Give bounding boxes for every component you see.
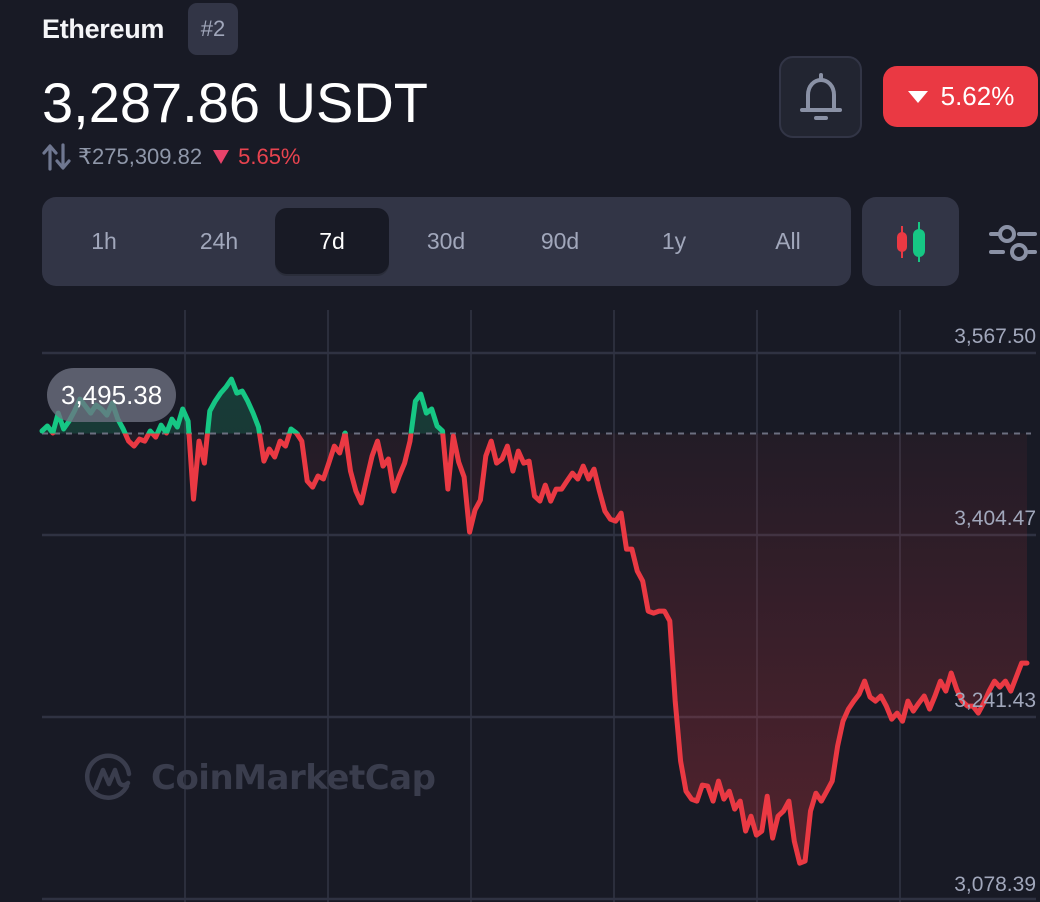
candlestick-toggle-button[interactable] <box>862 197 959 286</box>
tab-all[interactable]: All <box>731 208 845 274</box>
price-alert-button[interactable] <box>779 56 862 138</box>
tab-24h[interactable]: 24h <box>162 208 276 274</box>
coinmarketcap-logo-icon <box>84 753 132 800</box>
y-axis-tick-label: 3,404.47 <box>954 507 1036 530</box>
inr-price-row: ₹275,309.82 5.65% <box>42 142 301 172</box>
chart-settings-button[interactable] <box>986 212 1040 272</box>
inr-price: ₹275,309.82 <box>78 144 203 169</box>
triangle-down-icon <box>213 150 230 164</box>
candlestick-icon <box>896 221 925 262</box>
price-change-percent: 5.62% <box>940 81 1015 111</box>
rank-badge: #2 <box>188 3 238 55</box>
triangle-down-icon <box>907 90 928 103</box>
current-price: 3,287.86 USDT <box>42 71 428 134</box>
tab-1h[interactable]: 1h <box>47 208 161 274</box>
y-axis-tick-label: 3,241.43 <box>954 689 1036 712</box>
coin-name: Ethereum <box>42 14 165 44</box>
inr-change-percent: 5.65% <box>238 144 301 169</box>
start-price-label: 3,495.38 <box>47 368 177 422</box>
tab-90d[interactable]: 90d <box>503 208 617 274</box>
swap-arrows-icon[interactable] <box>42 142 72 172</box>
tab-30d[interactable]: 30d <box>389 208 503 274</box>
sliders-icon <box>989 225 1037 261</box>
tab-1y[interactable]: 1y <box>617 208 731 274</box>
time-range-selector: 1h 24h 7d 30d 90d 1y All <box>42 197 851 286</box>
y-axis-tick-label: 3,567.50 <box>954 325 1036 348</box>
coinmarketcap-watermark: CoinMarketCap <box>83 752 436 804</box>
tab-7d[interactable]: 7d <box>275 208 389 274</box>
watermark-text: CoinMarketCap <box>151 758 436 798</box>
price-change-badge: 5.62% <box>883 66 1038 127</box>
y-axis-tick-label: 3,078.39 <box>954 873 1036 896</box>
bell-icon <box>799 73 842 120</box>
